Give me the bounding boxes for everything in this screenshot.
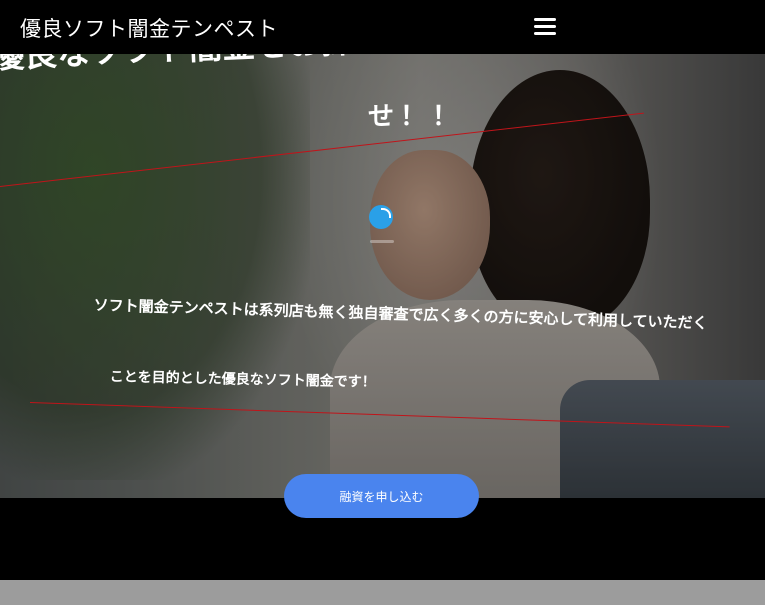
hero-headline-line2: せ！！ (368, 102, 465, 132)
loading-spinner-icon (369, 205, 393, 229)
footer-strip (0, 580, 780, 605)
right-edge-margin (765, 0, 780, 605)
page: 優良ソフト闇金テンペスト 優良なソフト闇金をお探しならテンペストにお任 せ！！ … (0, 0, 765, 605)
apply-loan-button[interactable]: 融資を申し込む (284, 474, 479, 518)
loader-shadow (370, 240, 394, 243)
hamburger-menu-icon[interactable] (534, 18, 556, 36)
site-title[interactable]: 優良ソフト闇金テンペスト (20, 13, 278, 43)
site-header: 優良ソフト闇金テンペスト (0, 0, 765, 54)
